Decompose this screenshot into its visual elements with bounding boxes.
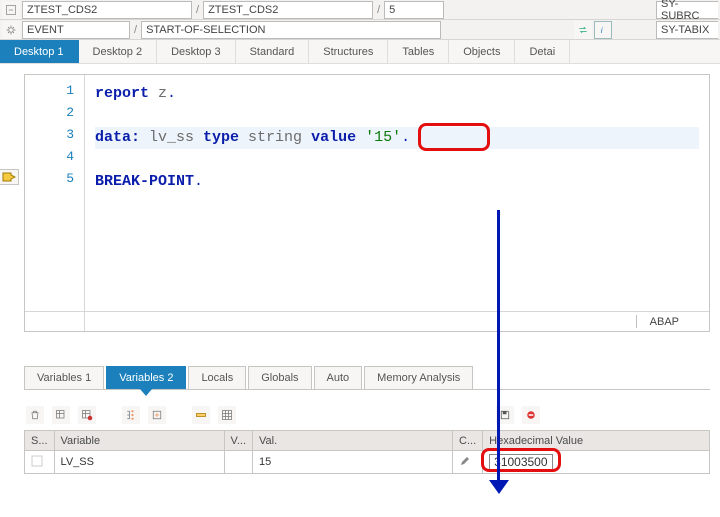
cell-variable[interactable]: LV_SS (54, 451, 224, 474)
tab-desktop-2[interactable]: Desktop 2 (79, 40, 158, 63)
vtab-memory[interactable]: Memory Analysis (364, 366, 473, 389)
main-tabbar: Desktop 1 Desktop 2 Desktop 3 Standard S… (0, 40, 720, 64)
cell-change[interactable] (453, 451, 483, 474)
breadcrumb-bar-2: EVENT / START-OF-SELECTION i SY-TABIX (0, 20, 720, 40)
config-icon[interactable] (218, 406, 236, 424)
tab-structures[interactable]: Structures (309, 40, 388, 63)
annotation-arrow (497, 210, 500, 485)
lineno: 5 (25, 171, 84, 193)
program-field-2[interactable]: ZTEST_CDS2 (203, 1, 373, 19)
lineno: 1 (25, 83, 84, 105)
cell-vtype (224, 451, 253, 474)
code-line: data: lv_ss type string value '15'. (95, 127, 699, 149)
table-header: S... Variable V... Val. C... Hexadecimal… (25, 431, 710, 451)
tab-standard[interactable]: Standard (236, 40, 310, 63)
lineno: 2 (25, 105, 84, 127)
blank-icon (31, 455, 43, 467)
col-val[interactable]: Val. (253, 431, 453, 451)
code-editor[interactable]: 1 2 3 4 5 report z. data: lv_ss type stri… (24, 74, 710, 332)
table-row[interactable]: LV_SS 15 31003500 (25, 451, 710, 474)
lineno: 4 (25, 149, 84, 171)
gear-icon[interactable] (2, 21, 20, 39)
sy-subrc-label: SY-SUBRC (656, 1, 718, 19)
code-line: report z. (95, 83, 699, 105)
sep: / (375, 4, 382, 16)
select-icon[interactable] (148, 406, 166, 424)
lineno: 3 (25, 127, 84, 149)
info-icon[interactable]: i (594, 21, 612, 39)
svg-text:i: i (601, 26, 604, 35)
stop-icon[interactable] (522, 406, 540, 424)
language-label: ABAP (650, 316, 679, 328)
code-line (95, 105, 699, 127)
col-c[interactable]: C... (453, 431, 483, 451)
variable-tabbar: Variables 1 Variables 2 Locals Globals A… (24, 366, 710, 390)
block-field[interactable]: START-OF-SELECTION (141, 21, 441, 39)
breadcrumb-bar-1: ZTEST_CDS2 / ZTEST_CDS2 / 5 SY-SUBRC (0, 0, 720, 20)
swap-icon[interactable] (574, 21, 592, 39)
col-hex[interactable]: Hexadecimal Value (483, 431, 710, 451)
debug-arrow-icon (0, 169, 19, 185)
vtab-locals[interactable]: Locals (188, 366, 246, 389)
grid-plus-icon[interactable] (52, 406, 70, 424)
code-area[interactable]: report z. data: lv_ss type string value '… (85, 75, 709, 331)
tab-detail[interactable]: Detai (515, 40, 570, 63)
code-line (95, 149, 699, 171)
tab-tables[interactable]: Tables (388, 40, 449, 63)
vtab-variables-2[interactable]: Variables 2 (106, 366, 186, 389)
tab-desktop-3[interactable]: Desktop 3 (157, 40, 236, 63)
sy-tabix-label: SY-TABIX (656, 21, 718, 39)
vtab-auto[interactable]: Auto (314, 366, 363, 389)
cell-hex[interactable]: 31003500 (483, 451, 710, 474)
trash-icon[interactable] (26, 406, 44, 424)
vtab-globals[interactable]: Globals (248, 366, 311, 389)
col-variable[interactable]: Variable (54, 431, 224, 451)
event-field[interactable]: EVENT (22, 21, 130, 39)
variable-table: S... Variable V... Val. C... Hexadecimal… (24, 430, 710, 474)
line-number-gutter: 1 2 3 4 5 (25, 75, 85, 331)
col-v[interactable]: V... (224, 431, 253, 451)
pencil-icon (459, 455, 471, 467)
cell-s (25, 451, 55, 474)
cell-value[interactable]: 15 (253, 451, 453, 474)
tab-objects[interactable]: Objects (449, 40, 515, 63)
col-s[interactable]: S... (25, 431, 55, 451)
editor-footer: ABAP (25, 311, 709, 331)
vtab-variables-1[interactable]: Variables 1 (24, 366, 104, 389)
grid-minus-icon[interactable] (78, 406, 96, 424)
sep: / (132, 24, 139, 36)
tab-desktop-1[interactable]: Desktop 1 (0, 40, 79, 63)
variable-toolbar (24, 402, 710, 428)
program-field-1[interactable]: ZTEST_CDS2 (22, 1, 192, 19)
line-field[interactable]: 5 (384, 1, 444, 19)
annotation-arrow-head (489, 480, 509, 494)
toggle-icon[interactable] (2, 1, 20, 19)
code-line: BREAK-POINT. (95, 171, 699, 193)
row-icon[interactable] (192, 406, 210, 424)
sep: / (194, 4, 201, 16)
tree-icon[interactable] (122, 406, 140, 424)
